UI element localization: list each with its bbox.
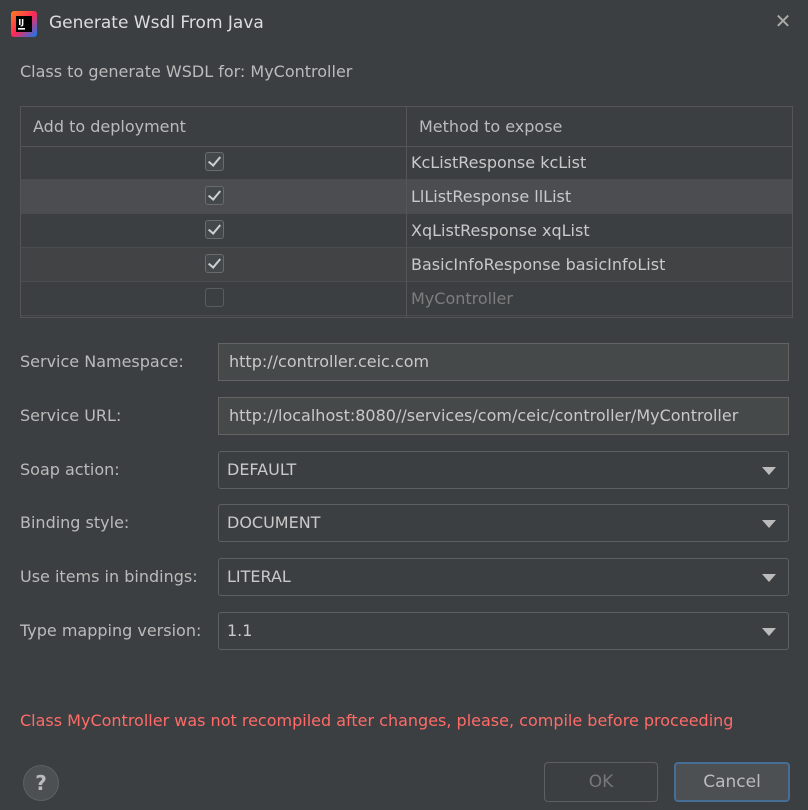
chevron-down-icon [762, 628, 776, 636]
method-name: BasicInfoResponse basicInfoList [411, 255, 666, 274]
column-header-deployment[interactable]: Add to deployment [33, 107, 186, 146]
binding-style-label: Binding style: [20, 513, 130, 532]
column-divider [406, 107, 407, 317]
deploy-checkbox[interactable] [205, 254, 224, 273]
service-url-input[interactable]: http://localhost:8080//services/com/ceic… [218, 397, 789, 435]
close-icon[interactable]: ✕ [772, 10, 794, 32]
methods-table: Add to deployment Method to expose KcLis… [20, 106, 793, 318]
class-label: Class to generate WSDL for: MyController [20, 62, 353, 81]
column-header-method[interactable]: Method to expose [419, 107, 562, 146]
window-title: Generate Wsdl From Java [49, 13, 264, 33]
service-namespace-label: Service Namespace: [20, 352, 184, 371]
chevron-down-icon [762, 467, 776, 475]
deploy-checkbox[interactable] [205, 186, 224, 205]
use-items-label: Use items in bindings: [20, 567, 198, 586]
soap-action-value: DEFAULT [227, 460, 297, 479]
binding-style-select[interactable]: DOCUMENT [218, 504, 789, 542]
cancel-button[interactable]: Cancel [674, 762, 790, 802]
deploy-checkbox[interactable] [205, 152, 224, 171]
method-name: LlListResponse llList [411, 187, 572, 206]
binding-style-value: DOCUMENT [227, 513, 321, 532]
error-message: Class MyController was not recompiled af… [20, 711, 734, 730]
type-mapping-label: Type mapping version: [20, 621, 202, 640]
svg-text:IJ: IJ [18, 18, 24, 27]
method-name: KcListResponse kcList [411, 153, 587, 172]
use-items-select[interactable]: LITERAL [218, 558, 789, 596]
help-button[interactable]: ? [23, 765, 59, 801]
deploy-checkbox[interactable] [205, 288, 224, 307]
method-name: XqListResponse xqList [411, 221, 590, 240]
type-mapping-value: 1.1 [227, 621, 253, 640]
use-items-value: LITERAL [227, 567, 291, 586]
chevron-down-icon [762, 574, 776, 582]
service-url-label: Service URL: [20, 406, 122, 425]
chevron-down-icon [762, 520, 776, 528]
type-mapping-select[interactable]: 1.1 [218, 612, 789, 650]
intellij-icon: IJ [11, 11, 37, 37]
deploy-checkbox[interactable] [205, 220, 224, 239]
title-bar: IJ Generate Wsdl From Java ✕ [0, 0, 808, 48]
service-namespace-input[interactable]: http://controller.ceic.com [218, 343, 789, 381]
soap-action-select[interactable]: DEFAULT [218, 451, 789, 489]
method-name: MyController [411, 289, 513, 308]
ok-button[interactable]: OK [544, 762, 658, 802]
soap-action-label: Soap action: [20, 460, 120, 479]
